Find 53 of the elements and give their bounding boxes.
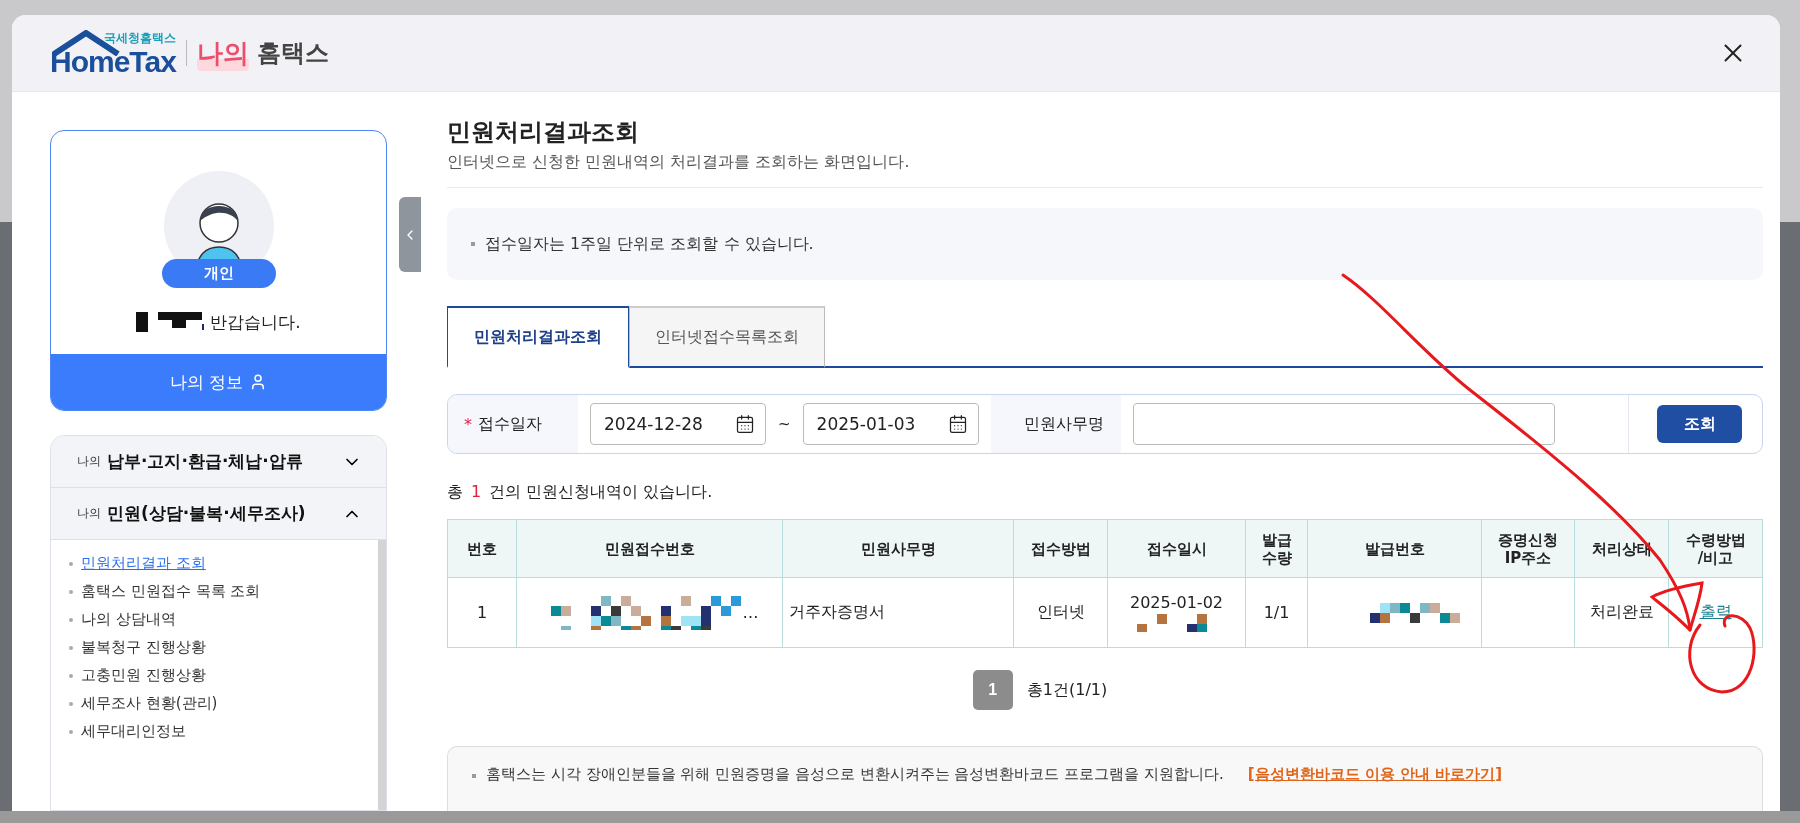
calendar-icon xyxy=(735,414,755,434)
input-field[interactable] xyxy=(1132,403,1555,445)
date-field[interactable]: 2024-12-28 xyxy=(590,403,766,445)
table-cell: 인터넷 xyxy=(1013,577,1108,648)
column-header: 발급 수량 xyxy=(1245,519,1308,578)
column-header: 처리상태 xyxy=(1574,519,1669,578)
notice-text: 접수일자는 1주일 단위로 조회할 수 있습니다. xyxy=(485,233,814,255)
result-count: 총 1 건의 민원신청내역이 있습니다. xyxy=(447,482,714,503)
column-header: 민원사무명 xyxy=(782,519,1014,578)
column-header: 번호 xyxy=(447,519,517,578)
column-header: 발급번호 xyxy=(1307,519,1482,578)
column-header: 증명신청 IP주소 xyxy=(1481,519,1575,578)
menu-item[interactable]: 세무조사 현황(관리) xyxy=(69,694,359,713)
menu-item[interactable]: 고충민원 진행상황 xyxy=(69,666,359,685)
footer-notice-text: 홈택스는 시각 장애인분들을 위해 민원증명을 음성으로 변환시켜주는 음성변환바코드 프로그램을 지원합니다. xyxy=(486,765,1224,784)
field-label: 민원사무명 xyxy=(1023,413,1104,435)
redaction-drawing xyxy=(136,310,207,334)
table-cell: 1 xyxy=(447,577,517,648)
received-date: 2025-01-02 xyxy=(1130,593,1223,612)
menu-group-header[interactable]: 나의 납부·고지·환급·체납·압류 xyxy=(51,436,387,488)
table-cell: 거주자증명서 xyxy=(782,577,1014,648)
page-summary: 총1건(1/1) xyxy=(1026,679,1108,701)
column-header: 수령방법 /비고 xyxy=(1668,519,1763,578)
menu-item[interactable]: 불복청구 진행상황 xyxy=(69,638,359,657)
collapse-handle[interactable] xyxy=(399,197,421,272)
tab[interactable]: 민원처리결과조회 xyxy=(447,306,629,368)
print-link[interactable]: 출력 xyxy=(1699,602,1732,621)
column-header: 민원접수번호 xyxy=(516,519,783,578)
logo-text: HomeTax xyxy=(50,46,176,77)
logo-caption: 국세청홈택스 xyxy=(103,29,176,47)
table-cell: 1/1 xyxy=(1245,577,1308,648)
menu-item[interactable]: 민원처리결과 조회 xyxy=(69,554,359,573)
field-label: 접수일자 xyxy=(478,413,542,435)
user-type-badge: 개인 xyxy=(161,259,276,288)
my-info-button[interactable]: 나의 정보 xyxy=(51,354,387,410)
menu-item[interactable]: 세무대리인정보 xyxy=(69,722,359,741)
table-cell: 처리완료 xyxy=(1574,577,1669,648)
required-mark: * xyxy=(464,414,472,434)
greeting-text: 반갑습니다. xyxy=(210,310,301,334)
column-header: 접수방법 xyxy=(1013,519,1108,578)
calendar-icon xyxy=(947,414,968,434)
brand-title: 홈택스 xyxy=(256,38,329,69)
range-separator: ~ xyxy=(778,415,791,433)
page-subtitle: 인터넷으로 신청한 민원내역의 처리결과를 조회하는 화면입니다. xyxy=(447,152,1763,188)
receipt-number: … xyxy=(742,603,759,622)
page-title: 민원처리결과조회 xyxy=(447,117,640,148)
date-field[interactable]: 2025-01-03 xyxy=(802,403,979,445)
menu-item[interactable]: 나의 상담내역 xyxy=(69,610,359,629)
tab[interactable]: 인터넷접수목록조회 xyxy=(629,306,825,368)
search-button[interactable]: 조회 xyxy=(1657,405,1742,443)
column-header: 접수일시 xyxy=(1107,519,1246,578)
menu-item[interactable]: 홈택스 민원접수 목록 조회 xyxy=(69,582,359,601)
menu-group-header[interactable]: 나의 민원(상담·불복·세무조사) xyxy=(51,488,387,540)
